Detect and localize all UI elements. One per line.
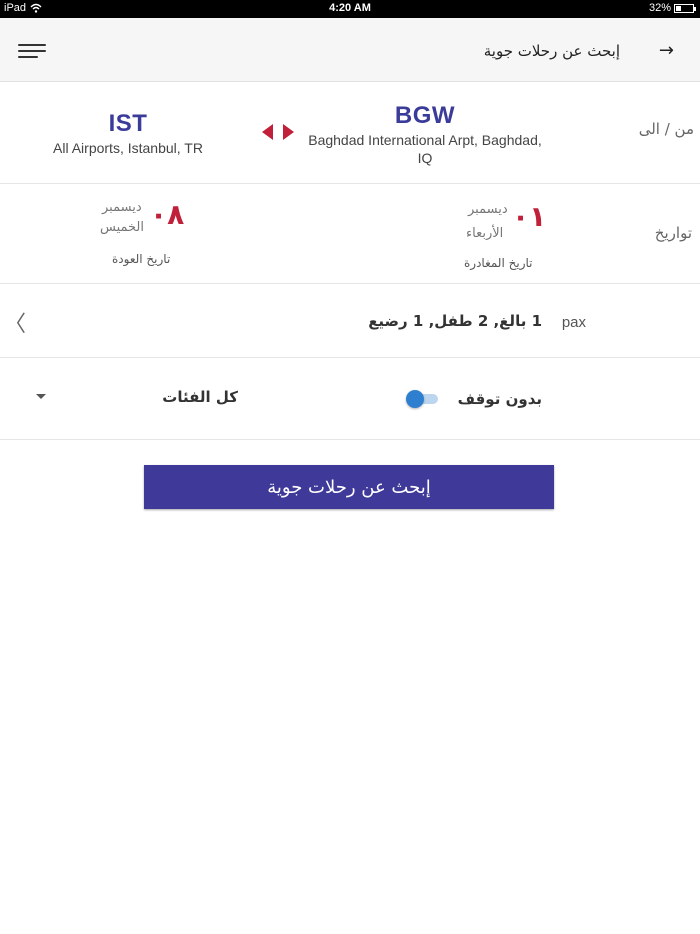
- route-label: من / الى: [638, 120, 694, 138]
- swap-arrows-icon[interactable]: [262, 122, 294, 142]
- nonstop-label: بدون توقف: [457, 390, 542, 408]
- status-right: 32%: [648, 2, 696, 14]
- return-month: ديسمبر: [102, 200, 142, 215]
- origin-code: BGW: [394, 102, 456, 129]
- origin-airport[interactable]: BGW Baghdad International Arpt, Baghdad,…: [298, 102, 552, 166]
- options-row: بدون توقف كل الفئات: [0, 358, 700, 440]
- route-row: من / الى BGW Baghdad International Arpt,…: [0, 82, 700, 184]
- passengers-row[interactable]: 1 بالغ, 2 طفل, 1 رضيع pax 〈: [0, 284, 700, 358]
- passengers-value: 1 بالغ, 2 طفل, 1 رضيع: [368, 312, 542, 330]
- hamburger-menu-icon[interactable]: [18, 44, 46, 60]
- app-header: إبحث عن رحلات جوية →: [0, 18, 700, 82]
- destination-code: IST: [108, 110, 148, 137]
- chevron-left-icon[interactable]: 〈: [4, 306, 26, 338]
- departure-caption: تاريخ المغادرة: [464, 256, 533, 270]
- arrow-right-icon[interactable]: →: [659, 40, 674, 61]
- battery-percent: 32%: [648, 2, 671, 14]
- cabin-class-select[interactable]: كل الفئات: [36, 386, 246, 410]
- return-weekday: الخميس: [100, 220, 144, 235]
- destination-airport[interactable]: IST All Airports, Istanbul, TR: [40, 110, 216, 156]
- return-caption: تاريخ العودة: [112, 252, 171, 266]
- search-flights-button[interactable]: إبحث عن رحلات جوية: [144, 465, 554, 509]
- origin-name-line1: Baghdad International Arpt, Baghdad,: [308, 132, 542, 148]
- dates-row: تواريخ ٠١ ديسمبر الأربعاء تاريخ المغادرة…: [0, 184, 700, 284]
- status-bar: iPad 4:20 AM 32%: [0, 0, 700, 18]
- dates-label: تواريخ: [654, 224, 692, 242]
- cabin-class-value: كل الفئات: [162, 388, 238, 406]
- origin-name-line2: IQ: [417, 150, 433, 166]
- page-title: إبحث عن رحلات جوية: [483, 42, 620, 60]
- departure-day-number: ٠١: [512, 200, 547, 233]
- nonstop-toggle[interactable]: [406, 390, 438, 408]
- departure-weekday: الأربعاء: [466, 226, 504, 241]
- destination-name: All Airports, Istanbul, TR: [53, 140, 203, 156]
- departure-month: ديسمبر: [468, 202, 508, 217]
- status-time: 4:20 AM: [329, 2, 371, 14]
- passengers-label: pax: [561, 314, 586, 331]
- dropdown-caret-icon: [36, 394, 46, 399]
- return-day-number: ٠٨: [150, 198, 185, 231]
- battery-icon: [674, 3, 696, 13]
